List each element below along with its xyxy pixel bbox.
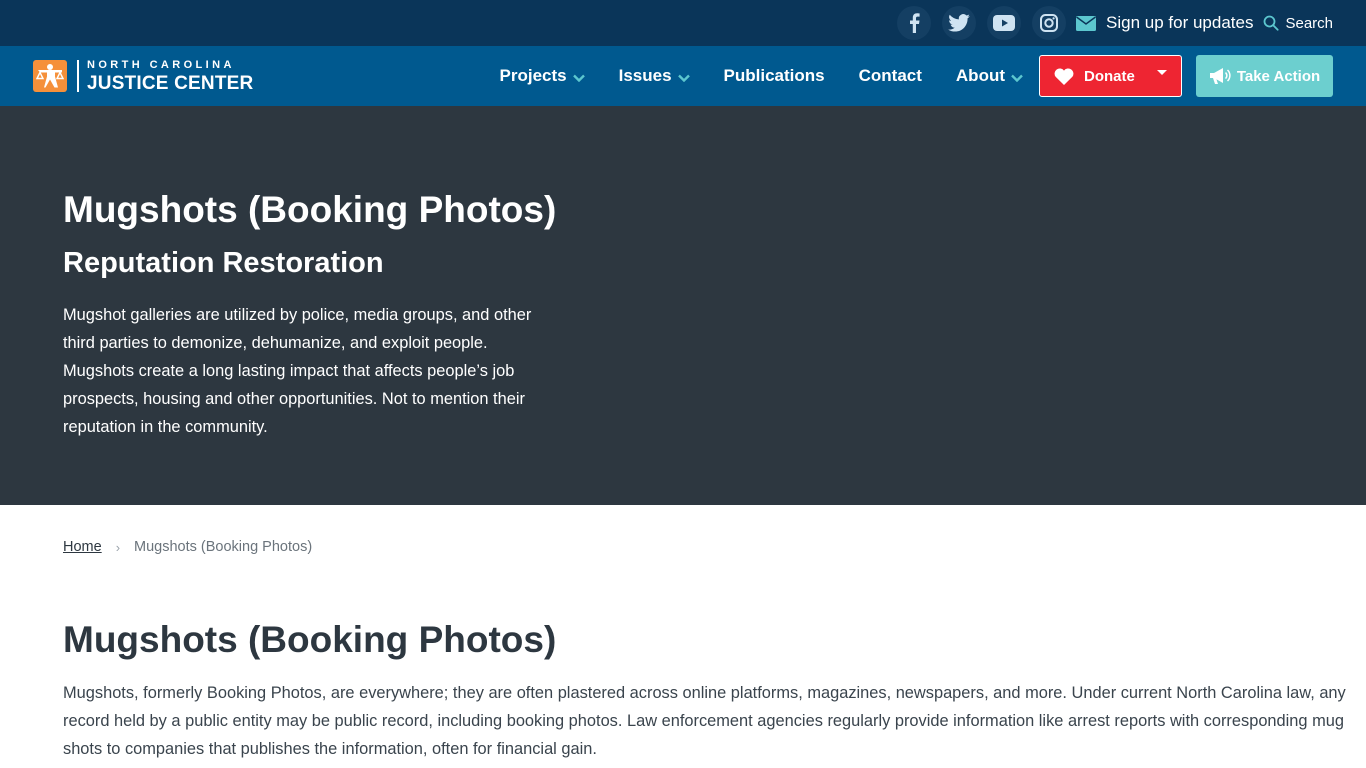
- search-button[interactable]: Search: [1263, 15, 1333, 32]
- logo-bottom-line: JUSTICE CENTER: [87, 72, 254, 94]
- twitter-icon: [948, 14, 970, 32]
- logo-top-line: NORTH CAROLINA: [87, 58, 235, 71]
- logo-text: NORTH CAROLINA JUSTICE CENTER: [87, 58, 254, 94]
- take-action-label: Take Action: [1236, 67, 1321, 85]
- logo-divider: [77, 60, 79, 92]
- chevron-down-icon: [572, 74, 585, 82]
- nav-contact-label: Contact: [858, 66, 922, 85]
- site-logo[interactable]: NORTH CAROLINA JUSTICE CENTER: [33, 58, 254, 94]
- mail-icon: [1076, 15, 1097, 31]
- hero-description: Mugshot galleries are utilized by police…: [63, 306, 532, 437]
- youtube-icon: [993, 15, 1016, 31]
- intro-paragraph: Mugshots, formerly Booking Photos, are e…: [63, 679, 1366, 763]
- signup-link[interactable]: Sign up for updates: [1106, 13, 1253, 33]
- nav-about-label: About: [955, 66, 1005, 85]
- utility-bar: Sign up for updates Search: [0, 0, 1366, 46]
- intro-line: Mugshots, formerly Booking Photos, are e…: [63, 684, 1346, 703]
- donate-dropdown-caret-icon[interactable]: [1157, 69, 1167, 75]
- megaphone-icon: [1209, 68, 1231, 84]
- main-content: Mugshots (Booking Photos) Mugshots, form…: [0, 618, 1366, 763]
- nav-publications[interactable]: Publications: [724, 66, 825, 86]
- twitter-link[interactable]: [942, 6, 977, 40]
- nav-publications-label: Publications: [723, 66, 825, 85]
- hero-subtitle: Reputation Restoration: [63, 247, 384, 280]
- nav-contact[interactable]: Contact: [859, 66, 922, 86]
- nav-projects[interactable]: Projects: [500, 66, 585, 86]
- intro-line: shots to companies that publishes the in…: [63, 740, 597, 759]
- donate-label: Donate: [1084, 67, 1135, 85]
- breadcrumb-home-link[interactable]: Home: [63, 539, 102, 555]
- chevron-down-icon: [1011, 74, 1023, 82]
- chevron-down-icon: [677, 74, 690, 82]
- heart-icon: [1054, 67, 1074, 85]
- intro-line: record held by a public entity may be pu…: [63, 712, 1344, 731]
- page-title: Mugshots (Booking Photos): [63, 619, 557, 660]
- take-action-button[interactable]: Take Action: [1196, 55, 1333, 97]
- breadcrumb: Home › Mugshots (Booking Photos): [0, 505, 1366, 555]
- main-navbar: NORTH CAROLINA JUSTICE CENTER Projects I…: [0, 46, 1366, 106]
- breadcrumb-separator-icon: ›: [115, 539, 121, 555]
- donate-button[interactable]: Donate: [1039, 55, 1182, 97]
- nav-issues[interactable]: Issues: [619, 66, 690, 86]
- breadcrumb-current: Mugshots (Booking Photos): [134, 539, 313, 555]
- search-icon: [1264, 15, 1280, 31]
- instagram-link[interactable]: [1032, 6, 1067, 40]
- hero-title: Mugshots (Booking Photos): [63, 189, 557, 230]
- youtube-link[interactable]: [987, 6, 1022, 40]
- instagram-icon: [1040, 14, 1059, 32]
- logo-figure-icon: [33, 60, 67, 92]
- nav-issues-label: Issues: [618, 66, 672, 85]
- primary-nav: Projects Issues Publications Contact Abo…: [500, 55, 1333, 97]
- nav-projects-label: Projects: [499, 66, 567, 85]
- hero-banner: Mugshots (Booking Photos) Reputation Res…: [0, 106, 1366, 505]
- nav-about[interactable]: About: [956, 66, 1023, 86]
- facebook-icon: [910, 13, 920, 33]
- facebook-link[interactable]: [897, 6, 932, 40]
- search-label: Search: [1285, 14, 1333, 32]
